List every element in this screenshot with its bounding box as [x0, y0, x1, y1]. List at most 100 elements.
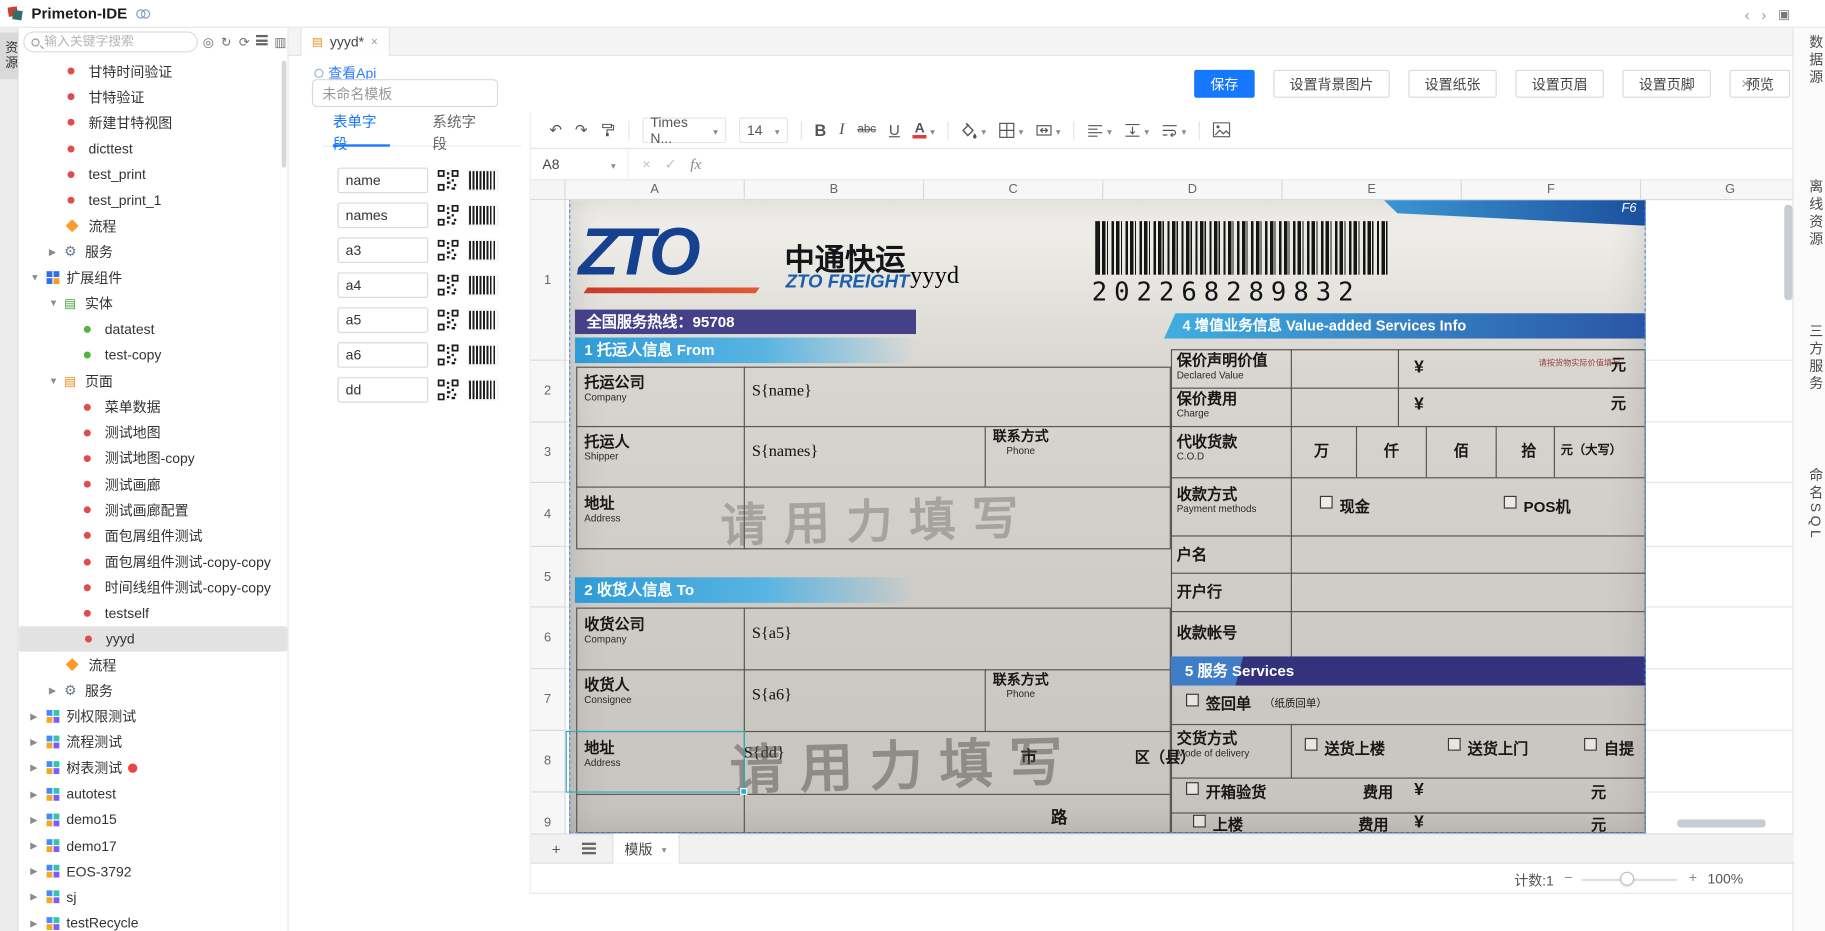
barcode-icon[interactable] — [468, 379, 498, 400]
fill-color-icon[interactable] — [962, 121, 986, 138]
refresh-icon[interactable]: ↻ — [219, 34, 233, 49]
field-name-value[interactable]: S{name} — [752, 383, 812, 402]
tree-item[interactable]: dicttest — [19, 136, 288, 162]
qrcode-icon[interactable] — [438, 379, 459, 400]
locate-icon[interactable]: ◎ — [201, 34, 215, 49]
row-header[interactable]: 2 — [531, 361, 566, 423]
action-button[interactable]: 设置页眉 — [1515, 70, 1603, 98]
field-a5-value[interactable]: S{a5} — [752, 625, 792, 644]
zoom-out-icon[interactable]: − — [1564, 869, 1572, 885]
sheet-corner[interactable] — [531, 180, 566, 200]
editor-tab-yyyd[interactable]: ▤ yyyd* × — [300, 28, 389, 56]
row-header[interactable]: 3 — [531, 422, 566, 483]
align-icon[interactable] — [1087, 121, 1111, 138]
waybill-image[interactable]: ZTO 中通快运 ZTO FREIGHT yyyd 202268289832 F… — [569, 200, 1646, 833]
nav-back-icon[interactable]: ‹ — [1745, 5, 1750, 22]
expand-arrow-icon[interactable]: ▶ — [49, 685, 64, 695]
action-button[interactable]: 设置背景图片 — [1273, 70, 1389, 98]
tree-item[interactable]: ▼扩展组件 — [19, 265, 288, 291]
tree-item[interactable]: ▶testRecycle — [19, 910, 288, 931]
field-name-input[interactable] — [338, 237, 429, 263]
save-button[interactable]: 保存 — [1194, 70, 1255, 98]
valign-icon[interactable] — [1125, 121, 1149, 138]
barcode-icon[interactable] — [468, 310, 498, 331]
fx-icon[interactable]: fx — [690, 155, 701, 174]
tree-item[interactable]: 流程 — [19, 213, 288, 239]
placed-text-yyyd[interactable]: yyyd — [910, 261, 959, 290]
row-header[interactable]: 6 — [531, 608, 566, 670]
qrcode-icon[interactable] — [438, 310, 459, 331]
layout-icon[interactable]: ▣ — [1778, 6, 1790, 21]
tree-item[interactable]: 面包屑组件测试-copy-copy — [19, 549, 288, 575]
zoom-slider-thumb[interactable] — [1620, 872, 1634, 886]
tree-item[interactable]: 新建甘特视图 — [19, 110, 288, 136]
tree-item[interactable]: ▼▤实体 — [19, 291, 288, 317]
expand-arrow-icon[interactable]: ▶ — [30, 840, 45, 850]
panel-toggle-icon[interactable]: ▥ — [273, 34, 287, 49]
underline-icon[interactable]: U — [889, 121, 900, 138]
delivery-pickup-checkbox[interactable] — [1584, 738, 1597, 751]
tree-item[interactable]: 测试地图 — [19, 420, 288, 446]
tree-search[interactable] — [23, 31, 197, 52]
font-family-select[interactable]: Times N... — [642, 117, 726, 143]
tree-item[interactable]: 流程 — [19, 652, 288, 678]
expand-arrow-icon[interactable]: ▶ — [30, 815, 45, 825]
qrcode-icon[interactable] — [438, 240, 459, 261]
editor-close-icon[interactable]: × — [1741, 74, 1750, 91]
vertical-scrollbar[interactable] — [1784, 205, 1792, 300]
tree-item[interactable]: 甘特验证 — [19, 84, 288, 110]
qrcode-icon[interactable] — [438, 275, 459, 296]
delivery-door-checkbox[interactable] — [1448, 738, 1461, 751]
italic-icon[interactable]: I — [839, 120, 844, 139]
tree-item[interactable]: test_print_1 — [19, 187, 288, 213]
right-rail-tab[interactable]: 离线资源 — [1794, 179, 1825, 249]
tree-scrollbar[interactable] — [282, 61, 287, 168]
barcode-icon[interactable] — [468, 275, 498, 296]
upstairs-checkbox[interactable] — [1193, 815, 1206, 828]
collapse-arrow-icon[interactable]: ▼ — [30, 272, 45, 282]
column-header[interactable]: G — [1641, 180, 1792, 199]
tree-item[interactable]: datatest — [19, 316, 288, 342]
tab-system-fields[interactable]: 系统字段 — [432, 116, 488, 145]
borders-icon[interactable] — [999, 121, 1023, 138]
field-name-input[interactable] — [338, 342, 429, 368]
text-wrap-icon[interactable] — [1162, 121, 1186, 138]
right-rail-tab[interactable]: 三方服务 — [1794, 324, 1825, 394]
format-painter-icon[interactable] — [600, 122, 615, 137]
field-a6-value[interactable]: S{a6} — [752, 687, 792, 706]
column-header[interactable]: F — [1462, 180, 1641, 199]
expand-arrow-icon[interactable]: ▶ — [30, 918, 45, 928]
link-icon[interactable] — [137, 5, 151, 21]
cancel-icon[interactable]: × — [642, 156, 650, 172]
expand-arrow-icon[interactable]: ▶ — [30, 711, 45, 721]
tab-form-fields[interactable]: 表单字段 — [333, 116, 389, 145]
field-name-input[interactable] — [338, 272, 429, 298]
nav-forward-icon[interactable]: › — [1761, 5, 1766, 22]
tree-item[interactable]: 测试画廊配置 — [19, 497, 288, 523]
right-rail-tab[interactable]: 命名SQL — [1794, 468, 1825, 541]
column-header[interactable]: B — [745, 180, 924, 199]
horizontal-scrollbar[interactable] — [1677, 819, 1765, 827]
field-name-input[interactable] — [338, 377, 429, 403]
font-color-icon[interactable]: A — [913, 121, 935, 138]
confirm-icon[interactable]: ✓ — [665, 156, 677, 172]
tree-item[interactable]: ▶demo17 — [19, 833, 288, 859]
delivery-upstairs-checkbox[interactable] — [1305, 738, 1318, 751]
tree-item[interactable]: 甘特时间验证 — [19, 58, 288, 84]
column-header[interactable]: C — [924, 180, 1103, 199]
cash-checkbox[interactable] — [1320, 496, 1333, 509]
column-header[interactable]: E — [1283, 180, 1462, 199]
qrcode-icon[interactable] — [438, 205, 459, 226]
expand-arrow-icon[interactable]: ▶ — [49, 247, 64, 257]
reload-icon[interactable]: ⟳ — [237, 34, 251, 49]
row-header[interactable]: 7 — [531, 669, 566, 731]
barcode-icon[interactable] — [468, 205, 498, 226]
font-size-select[interactable]: 14 — [739, 117, 788, 143]
sheet-list-icon[interactable] — [581, 843, 595, 855]
tree-item[interactable]: 测试画廊 — [19, 471, 288, 497]
field-name-input[interactable] — [338, 203, 429, 229]
action-button[interactable]: 预览 — [1730, 70, 1791, 98]
action-button[interactable]: 设置纸张 — [1408, 70, 1496, 98]
qrcode-icon[interactable] — [438, 170, 459, 191]
sheet-grid[interactable]: 123456789 ZTO 中通快运 ZTO FREIGHT yyyd 2022… — [531, 200, 1793, 833]
